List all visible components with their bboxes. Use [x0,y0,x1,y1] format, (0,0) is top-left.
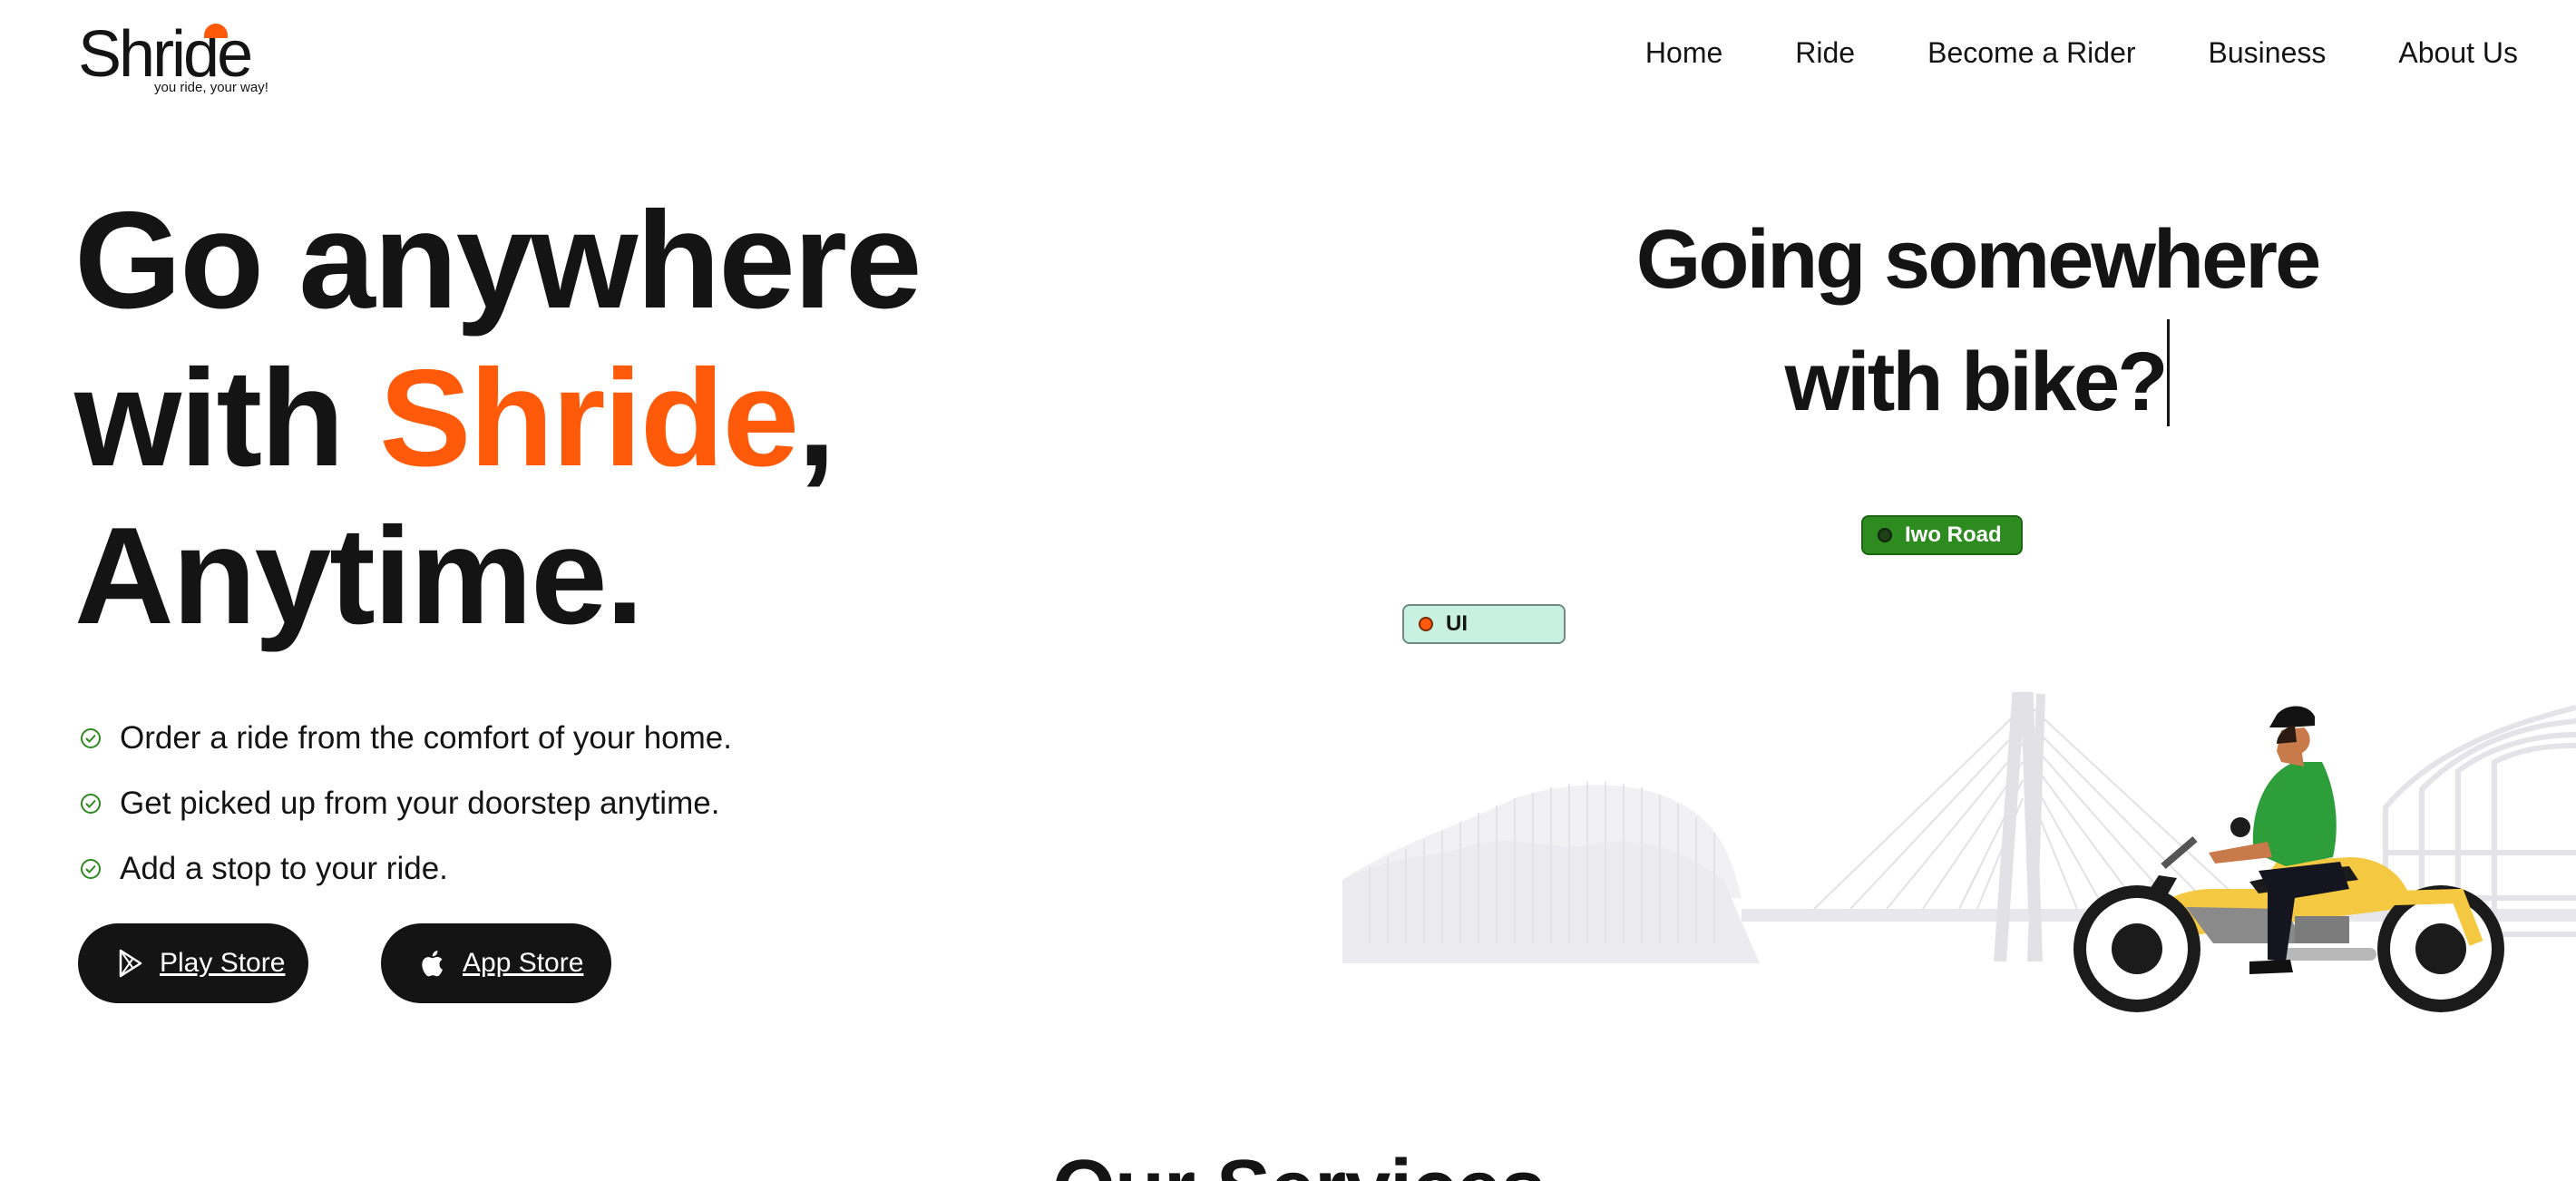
main-nav: Home Ride Become a Rider Business About … [1645,27,2518,78]
feature-item: Order a ride from the comfort of your ho… [80,706,732,771]
location-pill-label: Iwo Road [1905,522,2002,547]
feature-list: Order a ride from the comfort of your ho… [80,706,732,902]
nav-item-business[interactable]: Business [2209,27,2327,78]
feature-item: Add a stop to your ride. [80,836,732,902]
app-store-button[interactable]: App Store [381,923,611,1003]
hero-title-line-3: Anytime. [74,499,644,653]
next-section-title: Our Services [1052,1148,1545,1181]
location-dot-icon [1878,528,1892,542]
location-pill-label: UI [1446,611,1468,636]
check-circle-icon [81,728,101,748]
feature-text: Get picked up from your doorstep anytime… [120,786,720,821]
brand-tagline: you ride, your way! [154,80,268,95]
location-pill-ui: UI [1402,604,1566,644]
typing-caret [2167,319,2171,426]
location-dot-icon [1419,617,1433,631]
play-store-icon [119,949,142,978]
illustration-heading-line-1: Going somewhere [1635,213,2321,306]
app-store-label: App Store [463,948,584,978]
nav-item-home[interactable]: Home [1645,27,1722,78]
illustration-heading-line-2: with bike? [1784,336,2169,428]
hero-title-line-1: Go anywhere [74,183,922,337]
location-pill-iwo-road: Iwo Road [1861,515,2023,555]
check-circle-icon [81,794,101,814]
hero-title-brand: Shride [379,341,799,495]
apple-icon [422,951,443,977]
check-circle-icon [81,859,101,879]
play-store-button[interactable]: Play Store [78,923,308,1003]
nav-item-become-a-rider[interactable]: Become a Rider [1927,27,2135,78]
hero-title-prefix: with [74,341,380,495]
hero-title-comma: , [797,341,835,495]
nav-item-about-us[interactable]: About Us [2398,27,2518,78]
feature-item: Get picked up from your doorstep anytime… [80,771,732,836]
brand-logo[interactable]: Shride you ride, your way! [78,18,268,100]
feature-text: Order a ride from the comfort of your ho… [120,720,732,756]
illustration-heading: Going somewhere with bike? [1624,200,2331,442]
feature-text: Add a stop to your ride. [120,851,448,886]
city-bike-illustration [1342,692,2576,1012]
hero-title: Go anywhere with Shride, Anytime. [74,181,922,655]
hero-title-line-2: with Shride, [74,339,921,497]
play-store-label: Play Store [160,948,286,978]
nav-item-ride[interactable]: Ride [1795,27,1855,78]
